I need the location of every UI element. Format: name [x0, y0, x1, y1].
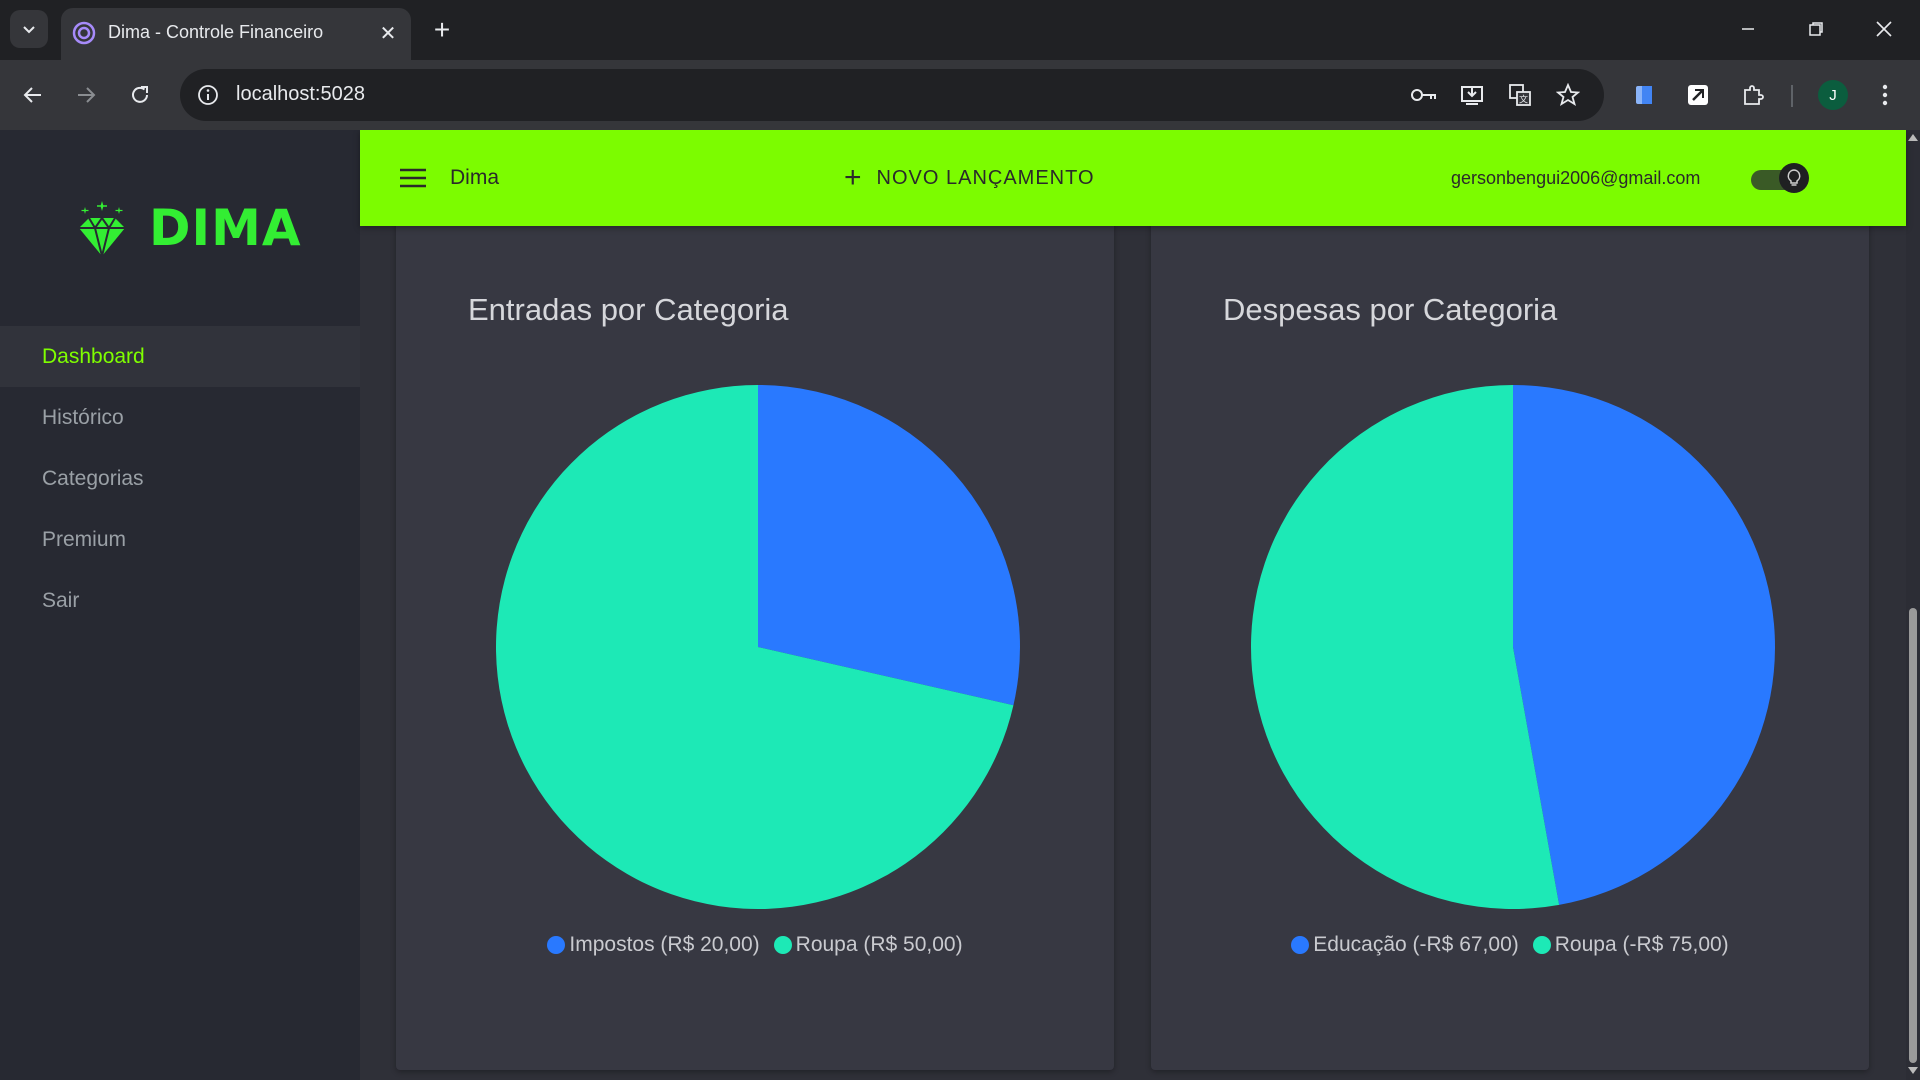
sidebar-item-label: Histórico [42, 405, 124, 429]
browser-tabstrip: Dima - Controle Financeiro ✕ + [0, 0, 1920, 60]
tab-title: Dima - Controle Financeiro [108, 22, 324, 42]
lightbulb-icon [1779, 163, 1809, 193]
key-icon[interactable] [1410, 81, 1438, 109]
sidebar-item-premium[interactable]: Premium [0, 509, 360, 570]
info-icon[interactable] [194, 81, 222, 109]
main-content: Dima + NOVO LANÇAMENTO gersonbengui2006@… [360, 130, 1906, 1080]
diamond-icon [79, 201, 125, 257]
sidebar-item-sair[interactable]: Sair [0, 570, 360, 631]
app-brand[interactable]: Dima [450, 166, 499, 190]
plus-icon: + [844, 161, 863, 194]
legend-dot [773, 936, 792, 954]
address-bar[interactable]: localhost:5028 文 [180, 69, 1604, 121]
extension-icon[interactable] [1628, 79, 1660, 111]
avatar[interactable]: J [1818, 80, 1848, 110]
install-icon[interactable] [1458, 81, 1486, 109]
pie-slice-0[interactable] [1513, 385, 1776, 905]
legend-dot [1291, 936, 1310, 954]
extension-icon[interactable] [1682, 79, 1714, 111]
toolbar-divider [1791, 85, 1793, 107]
back-icon[interactable] [13, 75, 53, 115]
income-chart-legend: Impostos (R$ 20,00) Roupa (R$ 50,00) [396, 933, 1114, 960]
scroll-thumb[interactable] [1909, 608, 1917, 1063]
restore-icon[interactable] [1788, 6, 1844, 52]
legend-dot [1532, 936, 1551, 954]
user-email: gersonbengui2006@gmail.com [1451, 168, 1701, 188]
more-vert-icon[interactable] [1870, 80, 1900, 110]
forward-icon[interactable] [66, 75, 106, 115]
legend-label: Roupa (-R$ 75,00) [1554, 933, 1729, 956]
sidebar-item-categorias[interactable]: Categorias [0, 448, 360, 509]
legend-item[interactable]: Roupa (R$ 50,00) [773, 933, 963, 957]
scroll-up-icon[interactable] [1908, 134, 1918, 141]
pie-slice-1[interactable] [1251, 385, 1560, 909]
legend-item[interactable]: Impostos (R$ 20,00) [547, 933, 760, 957]
income-chart-title: Entradas por Categoria [468, 292, 789, 327]
app-favicon-icon [72, 21, 96, 45]
scroll-down-icon[interactable] [1908, 1067, 1918, 1074]
new-entry-button[interactable]: + NOVO LANÇAMENTO [844, 162, 1095, 194]
reload-icon[interactable] [120, 75, 160, 115]
legend-dot [547, 936, 566, 954]
new-entry-label: NOVO LANÇAMENTO [876, 166, 1095, 189]
page-scrollbar[interactable] [1906, 130, 1920, 1080]
expense-chart-title: Despesas por Categoria [1223, 292, 1558, 327]
income-chart-card: Entradas por Categoria Impostos (R$ 20,0… [396, 190, 1114, 1070]
svg-text:文: 文 [1519, 94, 1528, 106]
legend-item[interactable]: Educação (-R$ 67,00) [1291, 933, 1519, 957]
legend-label: Roupa (R$ 50,00) [795, 933, 963, 956]
logo[interactable]: DIMA [75, 198, 302, 258]
expense-chart-legend: Educação (-R$ 67,00) Roupa (-R$ 75,00) [1151, 933, 1869, 960]
sidebar-item-label: Premium [42, 527, 127, 551]
star-icon[interactable] [1554, 81, 1582, 109]
sidebar-item-historico[interactable]: Histórico [0, 387, 360, 448]
minimize-icon[interactable] [1720, 6, 1776, 52]
plus-icon[interactable]: + [424, 12, 460, 48]
logo-text: DIMA [149, 199, 302, 257]
legend-label: Educação (-R$ 67,00) [1313, 933, 1519, 956]
dark-mode-toggle[interactable] [1751, 163, 1809, 193]
browser-toolbar: localhost:5028 文 J [0, 60, 1920, 130]
legend-label: Impostos (R$ 20,00) [569, 933, 760, 956]
close-window-icon[interactable] [1856, 6, 1912, 52]
menu-icon[interactable] [398, 163, 428, 193]
page-viewport: DIMA Dashboard Histórico Categorias Prem… [0, 130, 1920, 1080]
sidebar-item-label: Sair [42, 588, 80, 612]
sidebar: DIMA Dashboard Histórico Categorias Prem… [0, 130, 360, 1080]
expense-chart-card: Despesas por Categoria Educação (-R$ 67,… [1151, 190, 1869, 1070]
income-pie-chart [495, 385, 1020, 910]
url-text: localhost:5028 [236, 83, 365, 105]
sidebar-item-label: Categorias [42, 466, 144, 490]
sidebar-item-dashboard[interactable]: Dashboard [0, 326, 360, 387]
legend-item[interactable]: Roupa (-R$ 75,00) [1532, 933, 1729, 957]
sidebar-item-label: Dashboard [42, 344, 145, 368]
tab-search-icon[interactable] [10, 10, 48, 48]
expense-pie-chart [1251, 385, 1776, 909]
puzzle-icon[interactable] [1737, 79, 1769, 111]
browser-tab[interactable]: Dima - Controle Financeiro ✕ [61, 8, 411, 60]
close-icon[interactable]: ✕ [375, 20, 401, 46]
app-bar: Dima + NOVO LANÇAMENTO gersonbengui2006@… [360, 130, 1906, 226]
translate-icon[interactable]: 文 [1506, 81, 1534, 109]
